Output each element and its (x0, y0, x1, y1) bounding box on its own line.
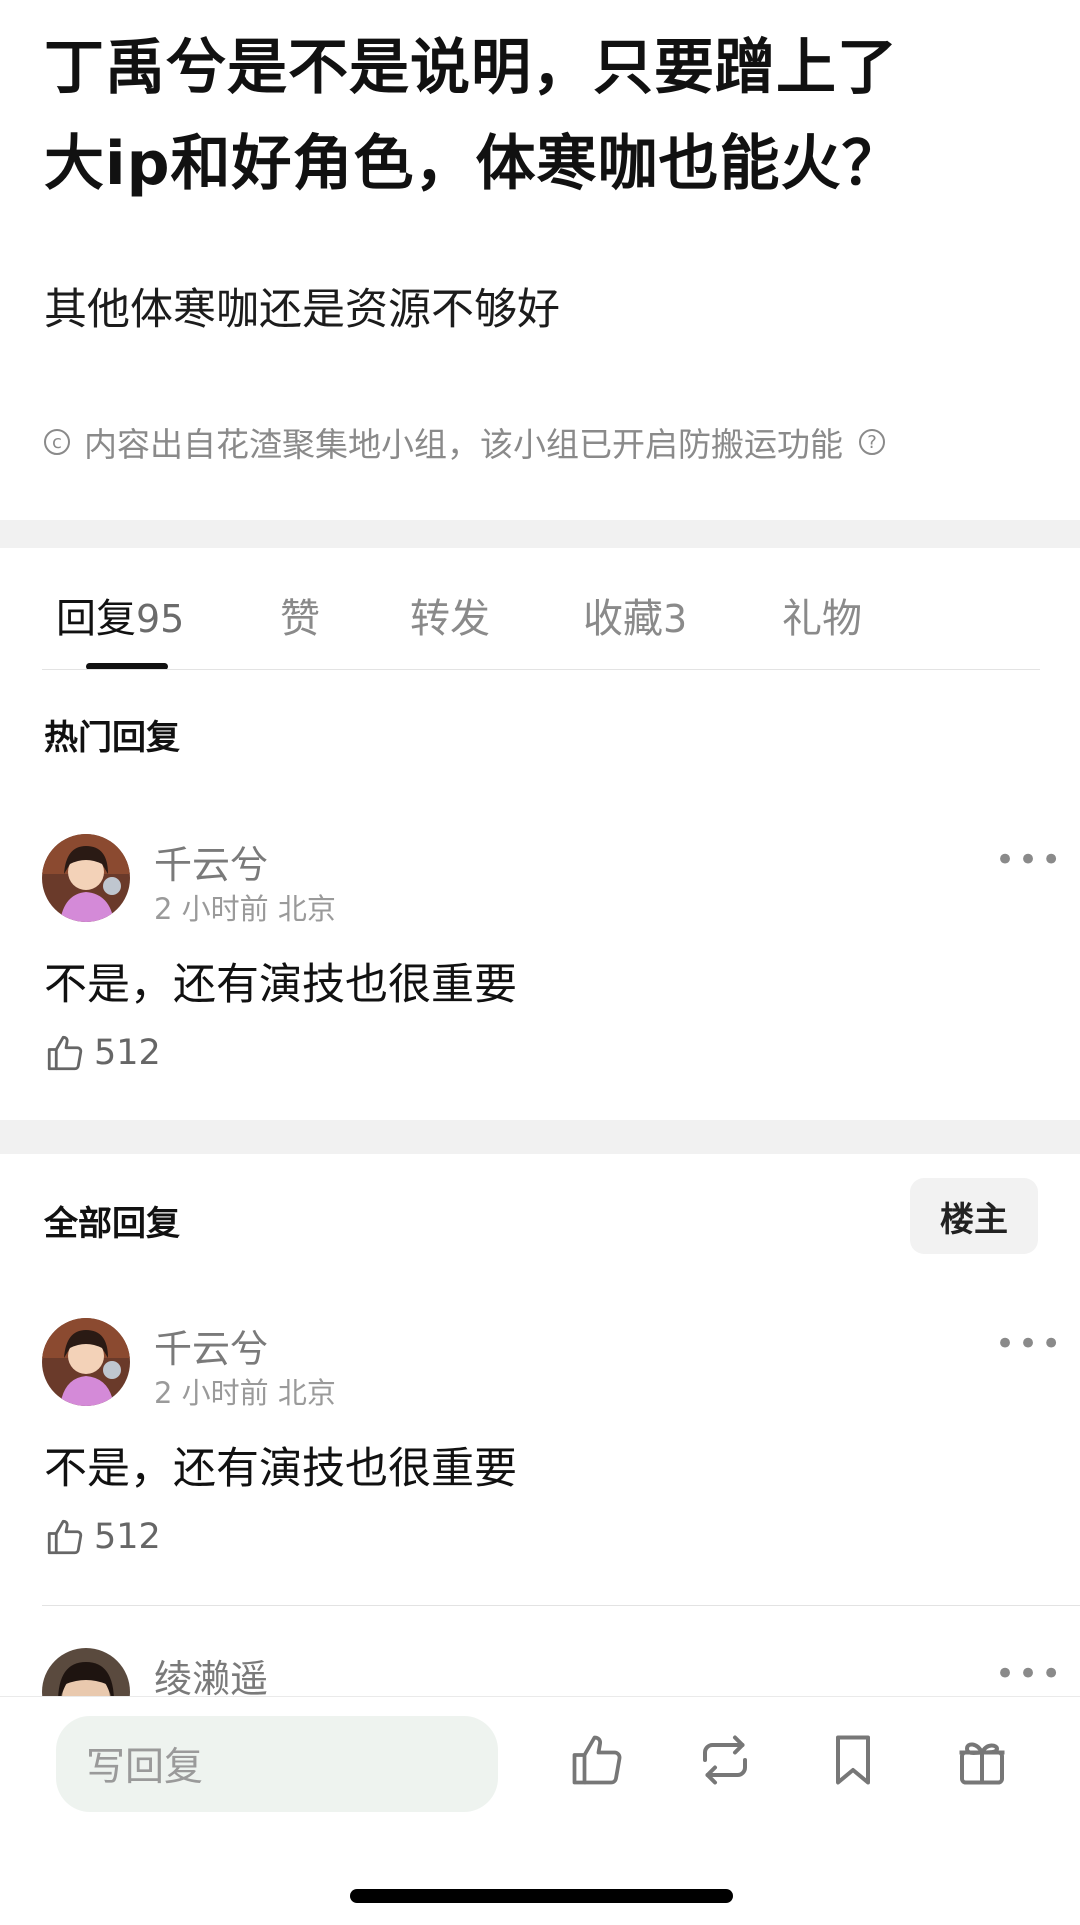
home-indicator (350, 1889, 733, 1903)
tab-bar: 回复95 赞 转发 收藏3 礼物 (0, 548, 1080, 668)
comment-location: 北京 (277, 892, 336, 926)
gift-icon[interactable] (952, 1730, 1012, 1790)
comment-username[interactable]: 千云兮 (154, 1318, 268, 1373)
tab-favorites[interactable]: 收藏3 (583, 586, 687, 644)
tab-replies[interactable]: 回复95 (56, 586, 184, 644)
tab-gifts[interactable]: 礼物 (782, 586, 862, 644)
post-body: 其他体寒咖还是资源不够好 (44, 285, 560, 335)
comment-like-count: 512 (94, 1033, 161, 1073)
thumb-up-icon (47, 1519, 83, 1555)
help-icon[interactable]: ? (859, 429, 885, 455)
section-divider (0, 520, 1080, 548)
post-title-line2: 大ip和好角色，体寒咖也能火？ (44, 129, 903, 199)
bookmark-icon[interactable] (823, 1730, 883, 1790)
comment-like-count: 512 (94, 1517, 161, 1557)
tab-likes-label: 赞 (280, 596, 320, 642)
comment-like-button[interactable]: 512 (44, 1516, 161, 1558)
comment-like-button[interactable]: 512 (44, 1032, 161, 1074)
comment-time: 2 小时前 (154, 892, 269, 926)
post-title-line1: 丁禹兮是不是说明，只要蹭上了 (44, 33, 898, 103)
section-divider (0, 1120, 1080, 1154)
more-icon[interactable]: ••• (995, 1654, 1064, 1694)
avatar[interactable] (42, 834, 130, 922)
more-icon[interactable]: ••• (995, 1324, 1064, 1364)
comment-time: 2 小时前 (154, 1376, 269, 1410)
hot-replies-title: 热门回复 (44, 718, 180, 758)
more-icon[interactable]: ••• (995, 840, 1064, 880)
owner-only-button[interactable]: 楼主 (910, 1178, 1038, 1254)
comment-location: 北京 (277, 1376, 336, 1410)
tab-favorites-label: 收藏 (583, 596, 663, 642)
reply-input[interactable]: 写回复 (56, 1716, 498, 1812)
comment-text: 不是，还有演技也很重要 (44, 960, 517, 1010)
avatar[interactable] (42, 1318, 130, 1406)
copyright-notice: c 内容出自花渣聚集地小组，该小组已开启防搬运功能 ? (44, 418, 885, 466)
row-divider (42, 1605, 1080, 1606)
copyright-text: 内容出自花渣聚集地小组，该小组已开启防搬运功能 (84, 425, 843, 464)
comment-meta: 2 小时前 北京 (154, 1370, 336, 1412)
tab-replies-count: 95 (136, 597, 185, 641)
comment-meta: 2 小时前 北京 (154, 886, 336, 928)
tab-favorites-count: 3 (663, 597, 688, 641)
like-icon[interactable] (567, 1730, 627, 1790)
repost-icon[interactable] (695, 1730, 755, 1790)
all-replies-title: 全部回复 (44, 1204, 180, 1244)
comment-text: 不是，还有演技也很重要 (44, 1444, 517, 1494)
comment-username[interactable]: 绫濑遥 (154, 1648, 268, 1703)
thumb-up-icon (47, 1035, 83, 1071)
tab-divider (42, 669, 1040, 670)
comment-username[interactable]: 千云兮 (154, 834, 268, 889)
tab-likes[interactable]: 赞 (280, 586, 320, 644)
copyright-icon: c (44, 429, 70, 455)
tab-gifts-label: 礼物 (782, 596, 862, 642)
tab-replies-label: 回复 (56, 596, 136, 642)
tab-reposts[interactable]: 转发 (410, 586, 490, 644)
tab-reposts-label: 转发 (410, 596, 490, 642)
post-title: 丁禹兮是不是说明，只要蹭上了 大ip和好角色，体寒咖也能火？ (44, 20, 1044, 212)
